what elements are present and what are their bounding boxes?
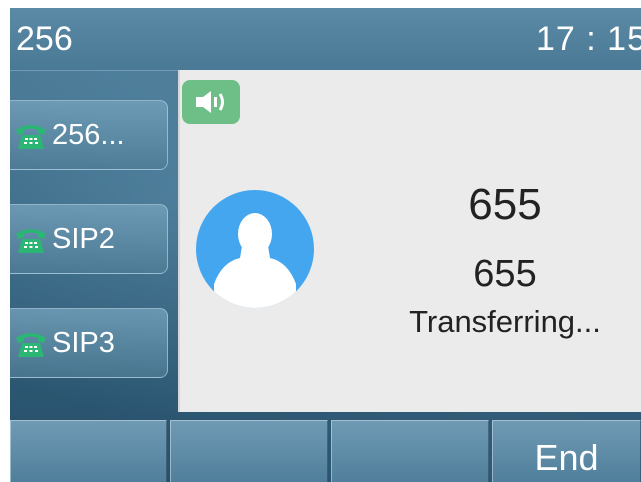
caller-number: 655	[473, 253, 537, 295]
line-key-label: 256...	[52, 119, 125, 151]
phone-icon	[16, 125, 46, 149]
account-label: 256	[16, 20, 73, 58]
softkey-3[interactable]	[331, 420, 489, 482]
status-bar: 256 17 : 15	[10, 8, 641, 71]
clock: 17 : 15	[536, 20, 641, 58]
line-key-2[interactable]: SIP2	[10, 204, 168, 274]
end-call-button[interactable]: End	[492, 420, 641, 482]
caller-name: 655	[468, 180, 542, 229]
line-key-label: SIP3	[52, 327, 115, 359]
speaker-icon	[182, 80, 240, 124]
phone-icon	[16, 333, 46, 357]
line-key-1[interactable]: 256...	[10, 100, 168, 170]
contact-avatar-icon	[196, 190, 314, 308]
line-key-label: SIP2	[52, 223, 115, 255]
phone-icon	[16, 229, 46, 253]
call-status: Transferring...	[409, 304, 601, 339]
phone-screen: 256 17 : 15 256... SIP2 SIP3 655 655 Tra…	[10, 8, 641, 482]
softkey-bar: End	[10, 420, 641, 482]
line-key-3[interactable]: SIP3	[10, 308, 168, 378]
softkey-2[interactable]	[170, 420, 328, 482]
speaker-icon	[196, 91, 224, 113]
softkey-1[interactable]	[10, 420, 167, 482]
